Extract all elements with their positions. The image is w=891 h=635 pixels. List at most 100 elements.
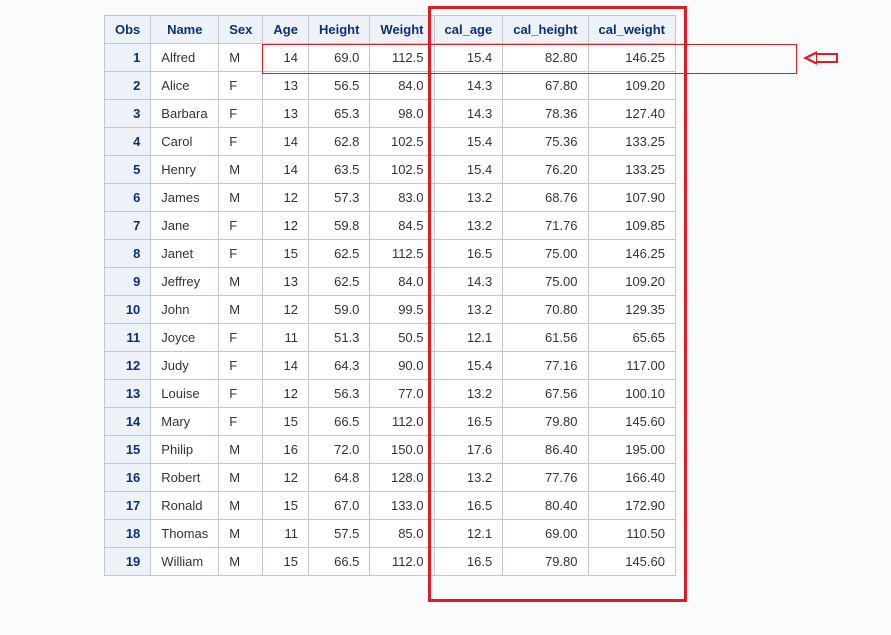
cell-cal-weight: 109.20 [588, 72, 675, 100]
cell-height: 56.5 [308, 72, 369, 100]
table-row: 17RonaldM1567.0133.016.580.40172.90 [105, 492, 676, 520]
arrow-line [836, 53, 838, 63]
table-container: Obs Name Sex Age Height Weight cal_age c… [104, 15, 676, 576]
cell-height: 59.0 [308, 296, 369, 324]
cell-obs: 10 [105, 296, 151, 324]
cell-sex: M [219, 156, 263, 184]
cell-height: 63.5 [308, 156, 369, 184]
cell-cal-age: 14.3 [434, 100, 503, 128]
cell-age: 12 [263, 380, 309, 408]
table-row: 14MaryF1566.5112.016.579.80145.60 [105, 408, 676, 436]
cell-cal-height: 76.20 [503, 156, 588, 184]
cell-cal-weight: 146.25 [588, 44, 675, 72]
cell-sex: F [219, 72, 263, 100]
cell-sex: M [219, 520, 263, 548]
cell-height: 69.0 [308, 44, 369, 72]
cell-cal-age: 13.2 [434, 464, 503, 492]
cell-obs: 19 [105, 548, 151, 576]
cell-obs: 11 [105, 324, 151, 352]
cell-cal-height: 71.76 [503, 212, 588, 240]
cell-obs: 17 [105, 492, 151, 520]
cell-height: 57.3 [308, 184, 369, 212]
cell-cal-height: 77.76 [503, 464, 588, 492]
cell-name: John [151, 296, 219, 324]
table-row: 7JaneF1259.884.513.271.76109.85 [105, 212, 676, 240]
cell-age: 12 [263, 212, 309, 240]
header-row: Obs Name Sex Age Height Weight cal_age c… [105, 16, 676, 44]
cell-cal-height: 67.80 [503, 72, 588, 100]
table-row: 5HenryM1463.5102.515.476.20133.25 [105, 156, 676, 184]
cell-sex: F [219, 352, 263, 380]
cell-cal-age: 13.2 [434, 296, 503, 324]
cell-age: 13 [263, 268, 309, 296]
col-cal-weight: cal_weight [588, 16, 675, 44]
cell-age: 14 [263, 352, 309, 380]
cell-cal-height: 69.00 [503, 520, 588, 548]
cell-sex: F [219, 128, 263, 156]
cell-height: 66.5 [308, 408, 369, 436]
cell-cal-height: 70.80 [503, 296, 588, 324]
cell-obs: 7 [105, 212, 151, 240]
table-row: 3BarbaraF1365.398.014.378.36127.40 [105, 100, 676, 128]
cell-name: Thomas [151, 520, 219, 548]
cell-cal-height: 67.56 [503, 380, 588, 408]
cell-height: 72.0 [308, 436, 369, 464]
cell-name: Jane [151, 212, 219, 240]
table-body: 1AlfredM1469.0112.515.482.80146.252Alice… [105, 44, 676, 576]
cell-cal-height: 78.36 [503, 100, 588, 128]
cell-sex: F [219, 100, 263, 128]
arrow-line [816, 53, 838, 55]
cell-cal-weight: 172.90 [588, 492, 675, 520]
cell-cal-age: 15.4 [434, 156, 503, 184]
col-height: Height [308, 16, 369, 44]
cell-sex: M [219, 184, 263, 212]
table-row: 13LouiseF1256.377.013.267.56100.10 [105, 380, 676, 408]
cell-weight: 112.5 [370, 240, 434, 268]
cell-obs: 1 [105, 44, 151, 72]
cell-name: Ronald [151, 492, 219, 520]
cell-cal-age: 16.5 [434, 548, 503, 576]
cell-obs: 2 [105, 72, 151, 100]
cell-cal-weight: 65.65 [588, 324, 675, 352]
cell-cal-weight: 117.00 [588, 352, 675, 380]
cell-cal-age: 15.4 [434, 352, 503, 380]
cell-age: 12 [263, 296, 309, 324]
cell-height: 64.8 [308, 464, 369, 492]
col-cal-age: cal_age [434, 16, 503, 44]
cell-name: Janet [151, 240, 219, 268]
cell-sex: F [219, 408, 263, 436]
cell-name: Barbara [151, 100, 219, 128]
cell-cal-height: 75.36 [503, 128, 588, 156]
cell-weight: 83.0 [370, 184, 434, 212]
cell-age: 15 [263, 548, 309, 576]
cell-weight: 112.0 [370, 548, 434, 576]
cell-name: Philip [151, 436, 219, 464]
arrow-head-icon [803, 51, 817, 65]
cell-cal-age: 12.1 [434, 324, 503, 352]
cell-obs: 9 [105, 268, 151, 296]
cell-cal-age: 13.2 [434, 380, 503, 408]
cell-sex: F [219, 324, 263, 352]
cell-age: 11 [263, 520, 309, 548]
cell-cal-height: 61.56 [503, 324, 588, 352]
cell-cal-weight: 109.85 [588, 212, 675, 240]
cell-cal-age: 14.3 [434, 268, 503, 296]
cell-weight: 50.5 [370, 324, 434, 352]
cell-cal-weight: 109.20 [588, 268, 675, 296]
cell-sex: M [219, 268, 263, 296]
cell-weight: 102.5 [370, 128, 434, 156]
cell-height: 62.5 [308, 240, 369, 268]
cell-weight: 150.0 [370, 436, 434, 464]
cell-name: Henry [151, 156, 219, 184]
cell-height: 51.3 [308, 324, 369, 352]
cell-height: 57.5 [308, 520, 369, 548]
cell-obs: 8 [105, 240, 151, 268]
table-row: 2AliceF1356.584.014.367.80109.20 [105, 72, 676, 100]
cell-weight: 128.0 [370, 464, 434, 492]
table-row: 19WilliamM1566.5112.016.579.80145.60 [105, 548, 676, 576]
cell-age: 16 [263, 436, 309, 464]
cell-cal-height: 82.80 [503, 44, 588, 72]
cell-cal-weight: 166.40 [588, 464, 675, 492]
cell-name: Joyce [151, 324, 219, 352]
cell-cal-age: 16.5 [434, 408, 503, 436]
